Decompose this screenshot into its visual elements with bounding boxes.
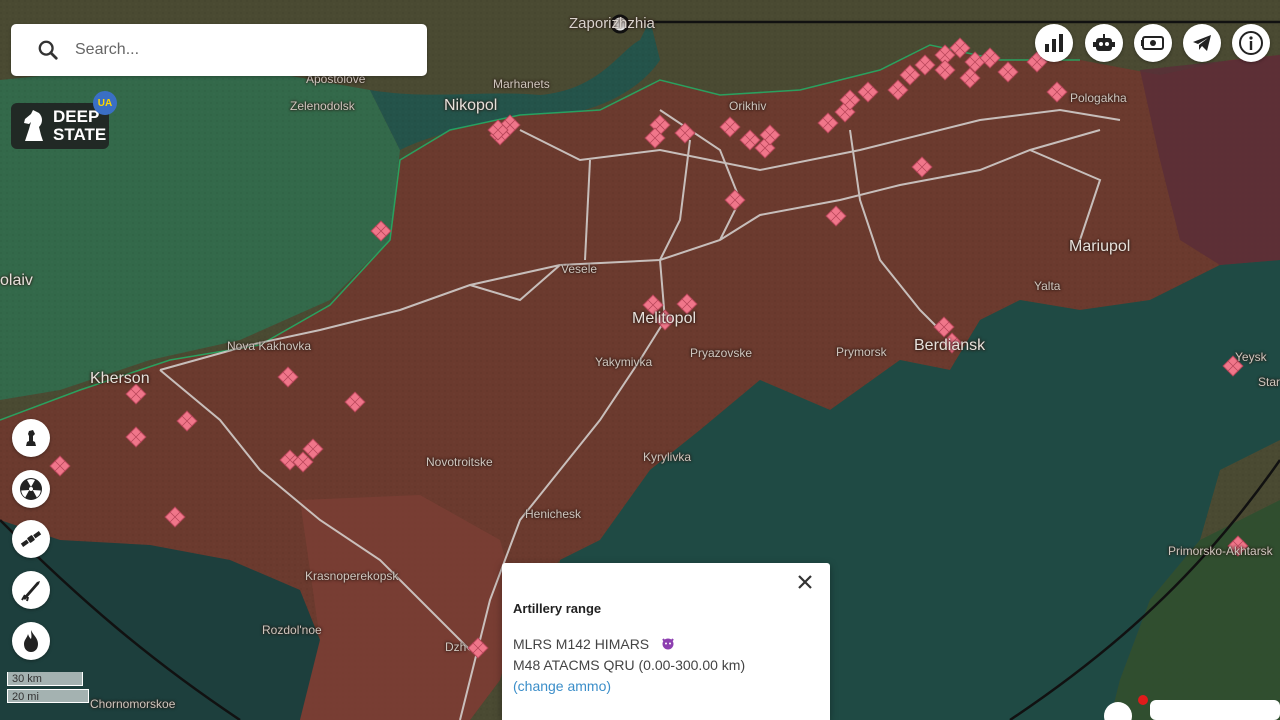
artillery-range-popup: Artillery range MLRS M142 HIMARS M48 ATA… bbox=[502, 563, 830, 720]
fire-layer-button[interactable] bbox=[12, 622, 50, 660]
bar-chart-icon bbox=[1045, 34, 1063, 52]
change-ammo-link[interactable]: (change ammo) bbox=[513, 678, 611, 694]
location-dot bbox=[1138, 695, 1148, 705]
artillery-layer-button[interactable] bbox=[12, 571, 50, 609]
money-icon bbox=[1141, 36, 1164, 50]
donate-button[interactable] bbox=[1134, 24, 1172, 62]
search-box[interactable] bbox=[11, 24, 427, 76]
satellite-icon bbox=[20, 531, 42, 547]
telegram-icon bbox=[1193, 35, 1211, 51]
map-view[interactable]: Zaporizhzhia Apostolove Marhanets Orikhi… bbox=[0, 0, 1280, 720]
telegram-button[interactable] bbox=[1183, 24, 1221, 62]
fire-icon bbox=[24, 630, 38, 652]
info-button[interactable] bbox=[1232, 24, 1270, 62]
range-center-marker[interactable] bbox=[610, 14, 630, 34]
radiation-icon bbox=[20, 478, 42, 500]
statistics-button[interactable] bbox=[1035, 24, 1073, 62]
bot-button[interactable] bbox=[1085, 24, 1123, 62]
map-control-bar[interactable] bbox=[1150, 700, 1280, 720]
knight-logo-icon bbox=[24, 110, 43, 141]
ua-badge: UA bbox=[93, 91, 117, 115]
close-icon[interactable] bbox=[796, 573, 814, 591]
search-icon bbox=[38, 40, 58, 60]
popup-title: Artillery range bbox=[513, 601, 602, 616]
chess-rook-icon bbox=[26, 430, 36, 446]
rocket-launcher-icon bbox=[21, 581, 40, 602]
scale-km: 30 km bbox=[7, 672, 83, 686]
robot-icon bbox=[1093, 34, 1115, 51]
search-input[interactable] bbox=[73, 40, 397, 60]
popup-ammo: M48 ATACMS QRU (0.00-300.00 km) bbox=[513, 657, 746, 673]
info-icon bbox=[1239, 31, 1263, 55]
devil-face-icon bbox=[662, 638, 674, 650]
weapon-name: MLRS M142 HIMARS bbox=[513, 636, 650, 652]
satellite-layer-button[interactable] bbox=[12, 520, 50, 558]
scale-mi: 20 mi bbox=[7, 689, 89, 703]
popup-weapon: MLRS M142 HIMARS bbox=[513, 636, 675, 652]
chess-layer-button[interactable] bbox=[12, 419, 50, 457]
logo-text-state: STATE bbox=[53, 125, 107, 144]
nuclear-layer-button[interactable] bbox=[12, 470, 50, 508]
